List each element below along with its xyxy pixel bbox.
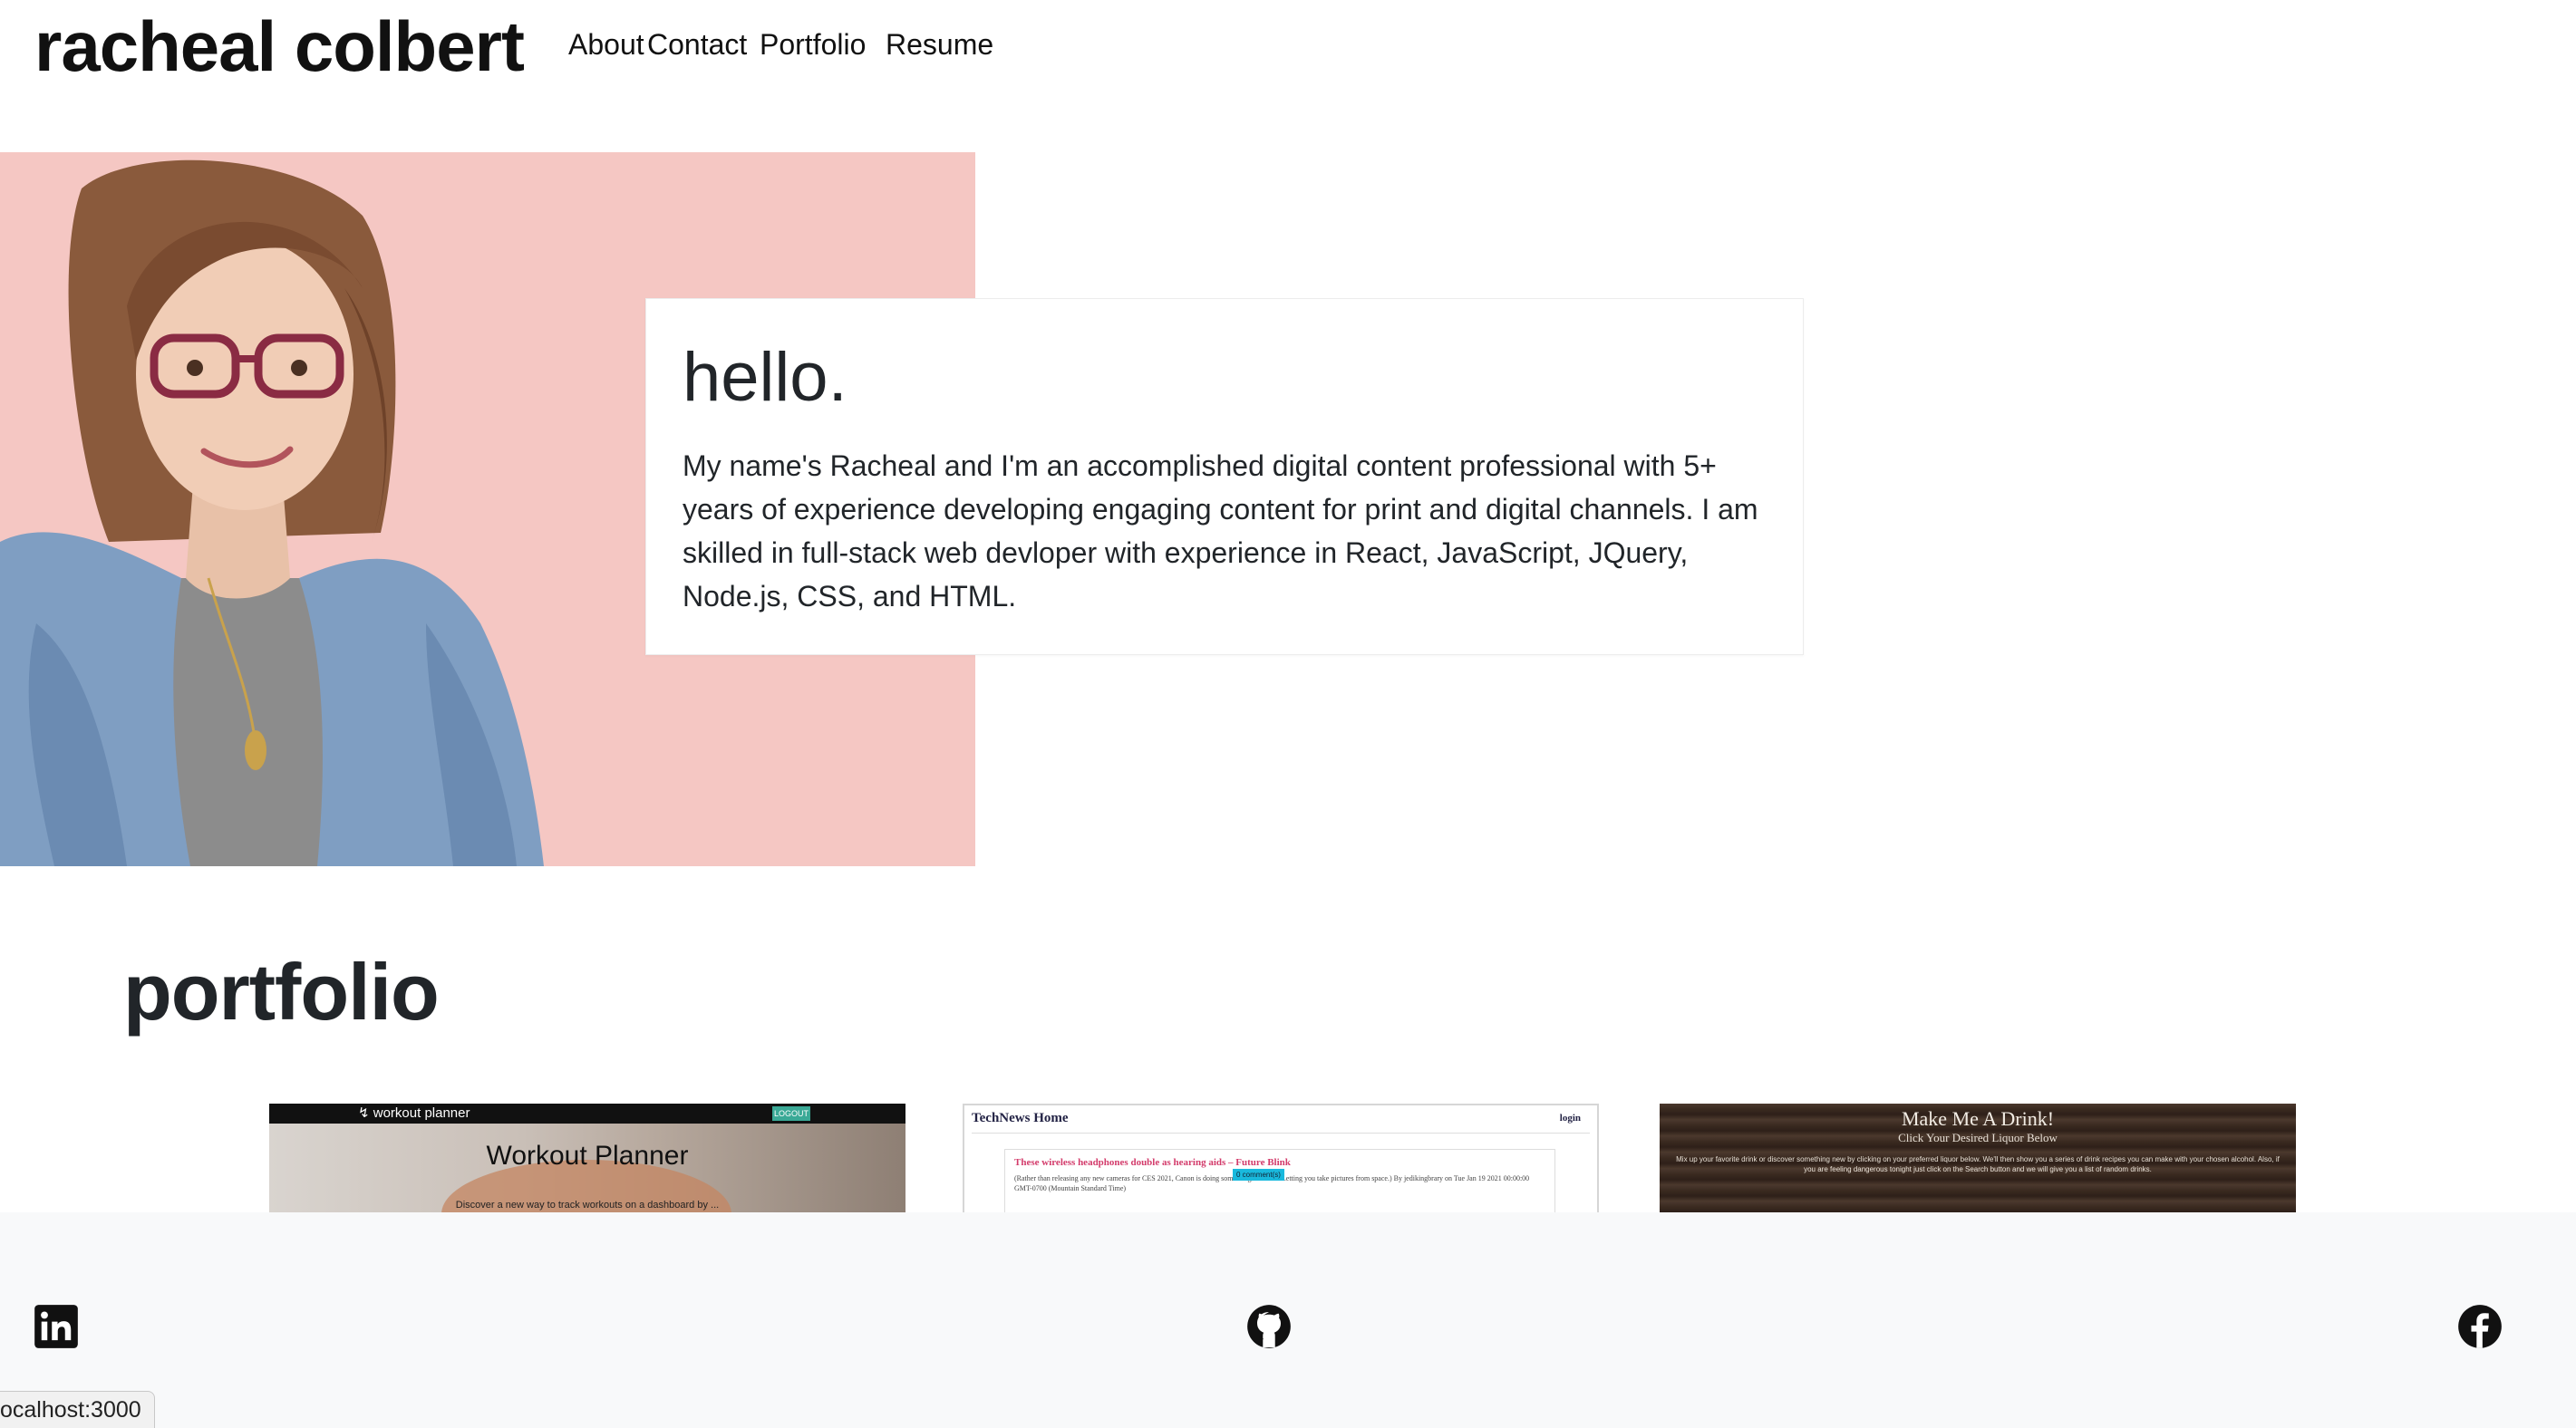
comment-badge: 0 comment(s) [1233,1169,1284,1181]
site-brand[interactable]: racheal colbert [34,5,525,87]
linkedin-icon[interactable] [33,1303,80,1350]
nav-about-link[interactable]: About [568,25,644,63]
project-login-link: login [1559,1113,1581,1124]
portfolio-heading: portfolio [123,947,440,1037]
project-title: Workout Planner [486,1141,689,1171]
project-title: Make Me A Drink! [1901,1107,2055,1130]
facebook-icon[interactable] [2456,1303,2503,1350]
project-subtitle: Discover a new way to track workouts on … [455,1200,720,1211]
project-title: TechNews Home [972,1111,1069,1125]
post-title: These wireless headphones double as hear… [1014,1157,1291,1168]
divider [972,1133,1590,1134]
project-card-technews[interactable]: TechNews Home login These wireless headp… [963,1104,1599,1214]
project-description: Mix up your favorite drink or discover s… [1676,1155,2280,1173]
intro-card: hello. My name's Racheal and I'm an acco… [645,298,1804,655]
intro-heading: hello. [683,339,847,416]
nav-resume-link[interactable]: Resume [886,25,993,63]
project-logout-badge: LOGOUT [772,1106,810,1121]
nav-portfolio-link[interactable]: Portfolio [760,25,866,63]
project-card-workout-planner[interactable]: ↯ workout planner LOGOUT Workout Planner… [269,1104,905,1214]
github-icon[interactable] [1245,1303,1293,1350]
browser-status-url: ocalhost:3000 [0,1391,155,1428]
project-subtitle: Click Your Desired Liquor Below [1898,1131,2058,1144]
project-card-make-me-a-drink[interactable]: Make Me A Drink! Click Your Desired Liqu… [1660,1104,2296,1214]
site-header: racheal colbert About Contact Portfolio … [0,0,2576,100]
intro-text: My name's Racheal and I'm an accomplishe… [683,449,1758,613]
project-post-preview: These wireless headphones double as hear… [1004,1149,1555,1214]
nav-contact-link[interactable]: Contact [647,25,747,63]
profile-photo [0,159,544,866]
project-logo: ↯ workout planner [358,1105,470,1121]
